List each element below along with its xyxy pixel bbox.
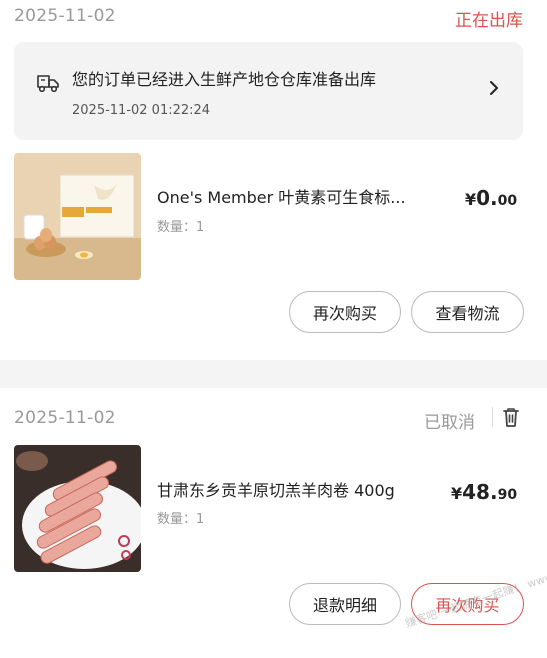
product-name[interactable]: 甘肃东乡贡羊原切羔羊肉卷 400g	[157, 477, 395, 501]
product-price: ¥48.90	[451, 480, 518, 504]
order-status: 已取消	[424, 413, 475, 433]
order-date: 2025-11-02	[14, 408, 116, 428]
refund-details-button[interactable]: 退款明细	[289, 583, 401, 625]
order-card-1: 2025-11-02 正在出库 您的订单已经进入生鲜产地仓仓库准备出库 2025…	[0, 0, 547, 360]
track-logistics-button[interactable]: 查看物流	[411, 291, 524, 333]
logistics-message: 您的订单已经进入生鲜产地仓仓库准备出库	[72, 70, 377, 89]
product-quantity: 数量：1	[157, 512, 205, 527]
product-image-eggs[interactable]	[14, 153, 141, 280]
status-divider	[492, 407, 493, 427]
order-status: 正在出库	[455, 11, 523, 31]
order-card-2: 2025-11-02 已取消 甘肃东乡贡羊原切羔羊肉卷 400g 数量：1 ¥4…	[0, 388, 547, 658]
logistics-time: 2025-11-02 01:22:24	[72, 103, 211, 118]
logistics-panel[interactable]: 您的订单已经进入生鲜产地仓仓库准备出库 2025-11-02 01:22:24	[14, 42, 523, 140]
product-image-lamb[interactable]	[14, 445, 141, 572]
product-name[interactable]: One's Member 叶黄素可生食标...	[157, 184, 406, 208]
truck-icon	[37, 75, 59, 93]
rebuy-button[interactable]: 再次购买	[289, 291, 401, 333]
chevron-right-icon	[490, 81, 498, 95]
product-quantity: 数量：1	[157, 220, 205, 235]
product-price: ¥0.00	[465, 186, 518, 210]
order-date: 2025-11-02	[14, 6, 116, 26]
trash-icon[interactable]	[501, 406, 521, 428]
